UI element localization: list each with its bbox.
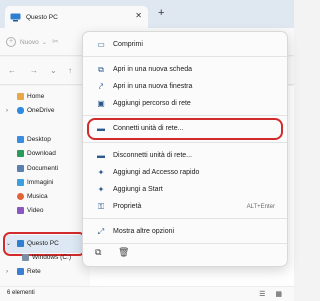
sidebar-item-label: Windows (C:) [32,254,72,261]
tab-title: Questo PC [26,13,58,21]
sidebar-item-download[interactable]: Download [17,148,56,159]
network-icon [17,268,24,275]
sidebar-item-this-pc[interactable]: ⌄ Questo PC [6,238,59,249]
sidebar-item-label: Questo PC [27,240,59,247]
this-pc-icon [17,240,24,247]
menu-item-label: Comprimi [113,41,143,48]
menu-item-label: Apri in una nuova finestra [113,83,193,90]
navigation-pane: Home › OneDrive Desktop Download Documen… [0,86,90,286]
menu-item-properties[interactable]: ⚿ Proprietà ALT+Enter [89,198,283,215]
plus-icon: + [6,37,16,47]
sidebar-item-pictures[interactable]: Immagini [17,177,53,188]
sidebar-item-windows-c[interactable]: Windows (C:) [22,252,71,263]
onedrive-icon [17,107,24,114]
documents-icon [17,165,24,172]
menu-item-open-new-tab[interactable]: ⧉ Apri in una nuova scheda [89,61,283,78]
chevron-right-icon[interactable]: › [6,108,8,114]
sidebar-item-label: Home [27,93,45,100]
menu-item-map-network-drive[interactable]: ▬ Connetti unità di rete... [89,120,283,137]
sidebar-item-label: Video [27,207,44,214]
map-drive-icon: ▬ [97,124,105,133]
menu-item-label: Mostra altre opzioni [113,228,175,235]
menu-separator [83,115,287,116]
properties-icon: ⚿ [97,201,105,211]
menu-item-collapse[interactable]: ▭ Comprimi [89,36,283,53]
sidebar-item-label: Immagini [27,179,54,186]
menu-item-add-network-location[interactable]: ▣ Aggiungi percorso di rete [89,95,283,112]
sidebar-item-label: Documenti [27,165,59,172]
sidebar-item-onedrive[interactable]: › OneDrive [6,105,55,116]
sidebar-item-home[interactable]: Home [17,91,44,102]
new-tab-button[interactable]: + [158,7,164,19]
music-icon [17,193,24,200]
sidebar-item-label: Desktop [27,136,51,143]
back-arrow-icon[interactable]: ← [8,66,16,75]
video-icon [17,207,24,214]
menu-item-shortcut: ALT+Enter [246,203,275,210]
menu-item-pin-quick-access[interactable]: ✦ Aggiungi ad Accesso rapido [89,164,283,181]
tab-questo-pc[interactable]: Questo PC ✕ [5,6,148,28]
menu-item-pin-start[interactable]: ✦ Aggiungi a Start [89,181,283,198]
new-tab-icon: ⧉ [98,64,104,74]
menu-item-disconnect-network-drive[interactable]: ▬ Disconnetti unità di rete... [89,147,283,164]
view-toggle-icon[interactable]: ☰ ▦ [259,290,286,298]
sidebar-item-video[interactable]: Video [17,205,44,216]
network-location-icon: ▣ [97,99,105,108]
new-window-icon: ⤤ [98,81,104,91]
new-button[interactable]: + Nuovo ⌄ [6,35,47,49]
menu-item-label: Connetti unità di rete... [113,125,184,132]
sidebar-item-desktop[interactable]: Desktop [17,134,51,145]
disconnect-drive-icon: ▬ [97,151,105,160]
sidebar-item-documents[interactable]: Documenti [17,163,58,174]
menu-separator [83,218,287,219]
menu-item-label: Aggiungi percorso di rete [113,100,191,107]
menu-item-label: Aggiungi a Start [113,186,163,193]
sidebar-item-network[interactable]: › Rete [6,266,41,277]
item-count: 6 elementi [7,290,35,296]
sidebar-item-label: Rete [27,268,41,275]
up-arrow-icon[interactable]: ↑ [68,66,72,75]
menu-item-label: Aggiungi ad Accesso rapido [113,169,200,176]
collapse-icon: ▭ [97,40,105,49]
recent-locations-icon[interactable]: ⌄ [50,66,57,75]
pictures-icon [17,179,24,186]
context-menu: ▭ Comprimi ⧉ Apri in una nuova scheda ⤤ … [82,31,288,267]
pin-quick-access-icon: ✦ [97,168,105,177]
tab-close-icon[interactable]: ✕ [135,11,142,20]
sidebar-item-label: Download [27,150,56,157]
download-icon [17,150,24,157]
this-pc-icon [10,13,21,21]
chevron-down-icon: ⌄ [41,39,47,46]
chevron-right-icon[interactable]: › [6,269,8,275]
menu-item-more-options[interactable]: ⤢ Mostra altre opzioni [89,223,283,240]
home-icon [17,93,24,100]
title-bar: Questo PC ✕ + [0,0,294,28]
cut-icon[interactable]: ✂ [52,37,59,46]
desktop-icon [17,136,24,143]
forward-arrow-icon[interactable]: → [30,66,38,75]
sidebar-item-music[interactable]: Musica [17,191,48,202]
menu-item-label: Disconnetti unità di rete... [113,152,192,159]
menu-item-label: Apri in una nuova scheda [113,66,192,73]
menu-item-label: Proprietà [113,203,142,210]
status-bar: 6 elementi ☰ ▦ [0,286,294,301]
menu-separator [83,243,287,244]
drive-icon [22,254,29,261]
menu-item-open-new-window[interactable]: ⤤ Apri in una nuova finestra [89,78,283,95]
menu-separator [83,56,287,57]
sidebar-item-label: OneDrive [27,107,55,114]
more-options-icon: ⤢ [97,226,105,236]
menu-separator [83,142,287,143]
copy-icon[interactable]: ⧉ [95,247,101,258]
sidebar-item-label: Musica [27,193,48,200]
delete-icon[interactable]: 🗑 [118,247,129,258]
pin-start-icon: ✦ [97,185,105,194]
new-button-label: Nuovo [20,38,39,46]
chevron-down-icon[interactable]: ⌄ [6,240,11,247]
